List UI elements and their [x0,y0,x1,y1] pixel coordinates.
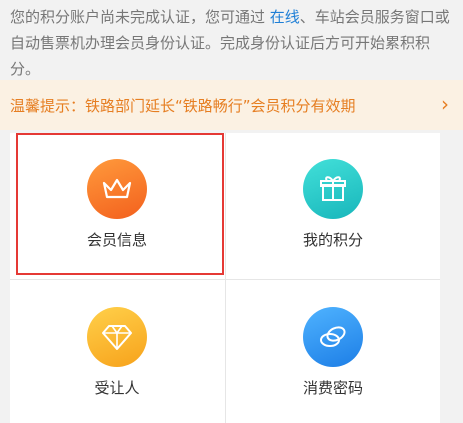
tip-text: 温馨提示：铁路部门延长“铁路畅行”会员积分有效期 [10,97,356,115]
online-link[interactable]: 在线 [270,8,300,26]
consumption-password-label: 消费密码 [302,379,363,397]
assignee-item[interactable]: 受让人 [10,281,224,421]
my-points-label: 我的积分 [302,231,363,249]
consumption-password-item[interactable]: 消费密码 [226,281,440,421]
diamond-icon [87,307,147,367]
assignee-label: 受让人 [94,379,140,397]
gift-icon [303,159,363,219]
grid-divider-horizontal [10,279,440,280]
member-info-highlight-box [16,133,224,275]
my-points-item[interactable]: 我的积分 [226,133,440,273]
coins-icon [303,307,363,367]
notice-text-before: 您的积分账户尚未完成认证，您可通过 [10,8,270,26]
tip-banner[interactable]: 温馨提示：铁路部门延长“铁路畅行”会员积分有效期 › [0,80,463,130]
auth-notice: 您的积分账户尚未完成认证，您可通过 在线、车站会员服务窗口或自动售票机办理会员身… [10,4,450,82]
chevron-right-icon: › [441,92,449,116]
